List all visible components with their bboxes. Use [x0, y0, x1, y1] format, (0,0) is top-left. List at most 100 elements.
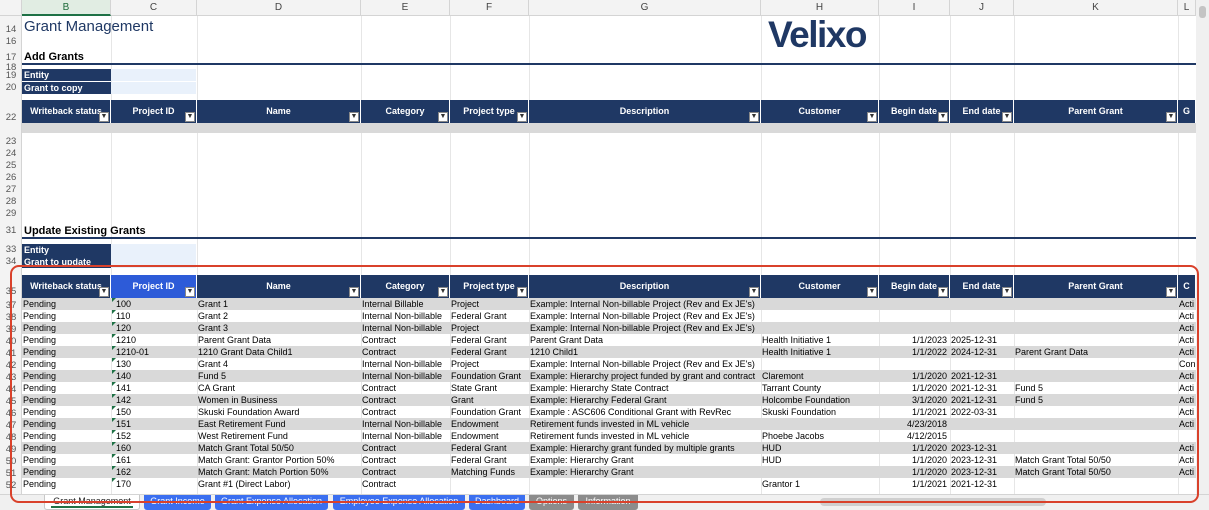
cell-writeback-status[interactable]: Pending	[22, 478, 111, 490]
cell-project-type[interactable]: Foundation Grant	[450, 406, 529, 418]
cell-project-type[interactable]: Endowment	[450, 430, 529, 442]
cell-parent-grant[interactable]	[1014, 310, 1178, 322]
cell-begin-date[interactable]	[879, 322, 950, 334]
cell-project-id[interactable]: 140	[111, 370, 197, 382]
cell-end-date[interactable]: 2021-12-31	[950, 478, 1014, 490]
cell-writeback-status[interactable]: Pending	[22, 466, 111, 478]
cell-begin-date[interactable]: 4/12/2015	[879, 430, 950, 442]
cell-project-id[interactable]: 110	[111, 310, 197, 322]
row-number[interactable]: 50	[0, 456, 22, 468]
cell-customer[interactable]: Grantor 1	[761, 478, 879, 490]
table-row[interactable]: Pending 151 East Retirement Fund Internal N…	[22, 418, 1196, 430]
cell-parent-grant[interactable]	[1014, 298, 1178, 310]
cell-end-date[interactable]: 2023-12-31	[950, 466, 1014, 478]
row-number[interactable]: 43	[0, 372, 22, 384]
cell-writeback-status[interactable]: Pending	[22, 346, 111, 358]
table-row[interactable]: Pending 170 Grant #1 (Direct Labor) Contrac…	[22, 478, 1196, 490]
row-number[interactable]: 27	[0, 184, 22, 196]
row-number[interactable]: 49	[0, 444, 22, 456]
cell-project-type[interactable]: Federal Grant	[450, 442, 529, 454]
cell-writeback-status[interactable]: Pending	[22, 406, 111, 418]
column-header-d[interactable]: D	[197, 0, 361, 16]
cell-description[interactable]: Example: Hierarchy State Contract	[529, 382, 761, 394]
cell-customer[interactable]: Claremont	[761, 370, 879, 382]
cell-category[interactable]: Internal Non-billable	[361, 322, 450, 334]
filter-dropdown-icon[interactable]: ▼	[517, 112, 527, 122]
cell-customer[interactable]: HUD	[761, 454, 879, 466]
header-overflow[interactable]: G	[1178, 100, 1196, 123]
cell-description[interactable]: 1210 Child1	[529, 346, 761, 358]
cell-description[interactable]: Example: Internal Non-billable Project (…	[529, 298, 761, 310]
cell-description[interactable]: Example: Hierarchy Grant	[529, 454, 761, 466]
column-header-e[interactable]: E	[361, 0, 450, 16]
tab-employee-expense-allocation[interactable]: Employee Expense Allocation	[333, 495, 465, 510]
cell-begin-date[interactable]: 1/1/2023	[879, 334, 950, 346]
cell-end-date[interactable]: 2024-12-31	[950, 346, 1014, 358]
column-header-g[interactable]: G	[529, 0, 761, 16]
filter-dropdown-icon[interactable]: ▼	[1002, 287, 1012, 297]
cell-customer[interactable]	[761, 310, 879, 322]
cell-project-type[interactable]: Foundation Grant	[450, 370, 529, 382]
cell-writeback-status[interactable]: Pending	[22, 454, 111, 466]
header-project-id[interactable]: Project ID ▼	[111, 100, 197, 123]
cell-writeback-status[interactable]: Pending	[22, 382, 111, 394]
row-number[interactable]: 24	[0, 148, 22, 160]
table-row[interactable]: Pending 141 CA Grant Contract State Grant Exa…	[22, 382, 1196, 394]
filter-dropdown-icon[interactable]: ▼	[438, 112, 448, 122]
column-header-f[interactable]: F	[450, 0, 529, 16]
sheet-grid[interactable]: Grant Management Velixo Add Grants Entit…	[22, 16, 1196, 494]
row-number[interactable]: 47	[0, 420, 22, 432]
cell-end-date[interactable]	[950, 430, 1014, 442]
cell-name[interactable]: 1210 Grant Data Child1	[197, 346, 361, 358]
cell-name[interactable]: Grant #1 (Direct Labor)	[197, 478, 361, 490]
cell-status[interactable]: Acti	[1178, 466, 1196, 478]
cell-writeback-status[interactable]: Pending	[22, 394, 111, 406]
cell-end-date[interactable]	[950, 310, 1014, 322]
cell-category[interactable]: Contract	[361, 466, 450, 478]
filter-dropdown-icon[interactable]: ▼	[867, 287, 877, 297]
cell-status[interactable]	[1178, 478, 1196, 490]
cell-customer[interactable]: Holcombe Foundation	[761, 394, 879, 406]
cell-customer[interactable]	[761, 466, 879, 478]
cell-end-date[interactable]: 2023-12-31	[950, 454, 1014, 466]
row-number[interactable]: 19	[0, 70, 22, 82]
row-number[interactable]: 14	[0, 24, 22, 36]
entity-input[interactable]	[111, 69, 196, 81]
cell-customer[interactable]: HUD	[761, 442, 879, 454]
grant-to-update-input[interactable]	[111, 256, 196, 268]
header-overflow[interactable]: C	[1178, 275, 1196, 298]
cell-parent-grant[interactable]	[1014, 430, 1178, 442]
header-project-type[interactable]: Project type ▼	[450, 275, 529, 298]
cell-category[interactable]: Contract	[361, 442, 450, 454]
cell-parent-grant[interactable]: Match Grant Total 50/50	[1014, 466, 1178, 478]
filter-dropdown-icon[interactable]: ▼	[517, 287, 527, 297]
filter-dropdown-icon[interactable]: ▼	[749, 287, 759, 297]
cell-end-date[interactable]: 2023-12-31	[950, 442, 1014, 454]
cell-name[interactable]: CA Grant	[197, 382, 361, 394]
cell-customer[interactable]	[761, 418, 879, 430]
cell-customer[interactable]: Tarrant County	[761, 382, 879, 394]
row-number[interactable]: 26	[0, 172, 22, 184]
cell-end-date[interactable]: 2021-12-31	[950, 382, 1014, 394]
cell-project-type[interactable]: Federal Grant	[450, 310, 529, 322]
cell-project-type[interactable]: Matching Funds	[450, 466, 529, 478]
cell-project-type[interactable]: Federal Grant	[450, 454, 529, 466]
filter-dropdown-icon[interactable]: ▼	[938, 287, 948, 297]
table-row[interactable]: Pending 140 Fund 5 Internal Non-billable Fou…	[22, 370, 1196, 382]
cell-category[interactable]: Contract	[361, 346, 450, 358]
tab-options[interactable]: Options	[529, 495, 574, 510]
cell-project-id[interactable]: 150	[111, 406, 197, 418]
cell-name[interactable]: Grant 1	[197, 298, 361, 310]
cell-name[interactable]: Women in Business	[197, 394, 361, 406]
cell-customer[interactable]: Skuski Foundation	[761, 406, 879, 418]
table-row[interactable]: Pending 110 Grant 2 Internal Non-billable Fe…	[22, 310, 1196, 322]
filter-dropdown-icon[interactable]: ▼	[349, 112, 359, 122]
cell-status[interactable]	[1178, 430, 1196, 442]
cell-category[interactable]: Internal Non-billable	[361, 370, 450, 382]
cell-writeback-status[interactable]: Pending	[22, 298, 111, 310]
cell-begin-date[interactable]: 3/1/2020	[879, 394, 950, 406]
cell-project-id[interactable]: 152	[111, 430, 197, 442]
header-category[interactable]: Category ▼	[361, 100, 450, 123]
header-end-date[interactable]: End date ▼	[950, 275, 1014, 298]
row-number[interactable]: 41	[0, 348, 22, 360]
